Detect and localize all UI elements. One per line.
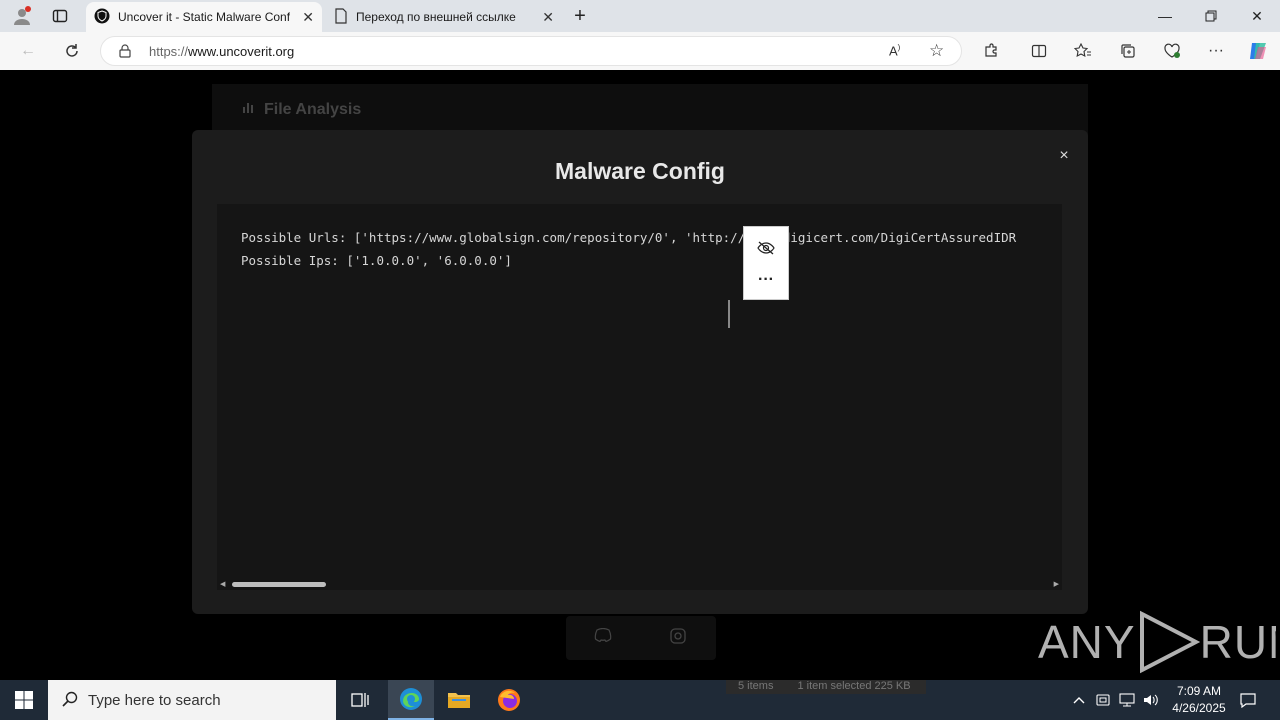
chevron-up-icon[interactable] <box>1068 680 1090 720</box>
tab-title: Uncover it - Static Malware Config <box>118 10 290 24</box>
task-view-icon[interactable] <box>338 680 382 720</box>
favorite-star-icon[interactable]: ☆ <box>929 41 944 61</box>
tab-actions-icon[interactable] <box>46 0 74 32</box>
read-aloud-icon[interactable]: A) <box>889 43 900 58</box>
settings-more-icon[interactable]: ··· <box>1202 38 1230 64</box>
extensions-icon[interactable] <box>977 38 1005 64</box>
edge-taskbar-icon[interactable] <box>388 680 434 720</box>
close-icon[interactable]: ✕ <box>302 9 314 26</box>
social-footer <box>566 616 716 660</box>
refresh-icon[interactable] <box>58 38 86 64</box>
windows-start-icon[interactable] <box>0 680 48 720</box>
modal-title: Malware Config <box>555 158 725 184</box>
malware-config-modal: Malware Config × Possible Urls: ['https:… <box>192 130 1088 614</box>
volume-icon[interactable] <box>1140 680 1162 720</box>
windows-taskbar: Type here to search 5 items 1 item selec… <box>0 680 1280 720</box>
restore-icon[interactable] <box>1188 0 1234 32</box>
browser-essentials-icon[interactable] <box>1158 38 1186 64</box>
horizontal-scrollbar[interactable]: ◀ ▶ <box>217 578 1062 590</box>
collections-icon[interactable] <box>1114 38 1142 64</box>
hide-icon[interactable] <box>744 233 788 263</box>
explorer-status-bar: 5 items 1 item selected 225 KB <box>726 680 926 694</box>
document-icon <box>334 7 348 27</box>
copilot-icon[interactable] <box>1244 38 1272 64</box>
address-bar-row: ← https://www.uncoverit.org A) ☆ ··· <box>0 32 1280 70</box>
url-text: https://www.uncoverit.org <box>149 44 295 59</box>
more-options-icon[interactable]: ··· <box>744 265 788 295</box>
page-viewport: File Analysis Malware Config × Possible … <box>4 70 1276 676</box>
firefox-icon[interactable] <box>486 680 532 720</box>
lock-icon[interactable] <box>119 44 131 61</box>
favorites-icon[interactable] <box>1069 38 1097 64</box>
profile-icon[interactable] <box>8 0 36 32</box>
file-analysis-heading: File Analysis <box>242 100 361 119</box>
text-selection-toolbar: ··· <box>743 226 789 300</box>
tab-title: Переход по внешней ссылке <box>356 10 516 24</box>
config-output[interactable]: Possible Urls: ['https://www.globalsign.… <box>217 204 1062 590</box>
search-icon <box>62 691 78 710</box>
search-placeholder: Type here to search <box>88 691 221 709</box>
discord-icon[interactable] <box>594 627 612 645</box>
instagram-icon[interactable] <box>670 628 686 647</box>
scroll-left-icon[interactable]: ◀ <box>220 580 225 588</box>
close-icon[interactable]: × <box>1054 146 1074 166</box>
notifications-icon[interactable] <box>1236 680 1260 720</box>
scrollbar-thumb[interactable] <box>232 582 326 587</box>
file-explorer-icon[interactable] <box>436 680 482 720</box>
back-icon[interactable]: ← <box>14 38 42 64</box>
bar-chart-icon <box>242 100 256 119</box>
system-clock[interactable]: 7:09 AM 4/26/2025 <box>1164 683 1234 717</box>
split-screen-icon[interactable] <box>1025 38 1053 64</box>
scroll-right-icon[interactable]: ▶ <box>1054 580 1059 588</box>
possible-ips-line: Possible Ips: ['1.0.0.0', '6.0.0.0'] <box>241 253 512 268</box>
anyrun-watermark: ANY RUN <box>1038 610 1276 674</box>
close-window-icon[interactable]: ✕ <box>1234 0 1280 32</box>
browser-titlebar: Uncover it - Static Malware Config ✕ Пер… <box>0 0 1280 32</box>
taskbar-search-input[interactable]: Type here to search <box>48 680 336 720</box>
text-cursor <box>728 300 730 328</box>
new-tab-icon[interactable]: + <box>566 0 594 32</box>
address-input[interactable]: https://www.uncoverit.org A) ☆ <box>100 36 962 66</box>
close-icon[interactable]: ✕ <box>542 9 554 26</box>
play-logo-icon <box>1139 610 1200 674</box>
shield-logo-icon <box>94 8 110 27</box>
possible-urls-line: Possible Urls: ['https://www.globalsign.… <box>241 230 1017 245</box>
device-icon[interactable] <box>1092 680 1114 720</box>
tab-uncoverit[interactable]: Uncover it - Static Malware Config ✕ <box>86 2 322 32</box>
minimize-icon[interactable]: — <box>1142 0 1188 32</box>
network-icon[interactable] <box>1116 680 1138 720</box>
tab-external-link[interactable]: Переход по внешней ссылке ✕ <box>326 2 562 32</box>
